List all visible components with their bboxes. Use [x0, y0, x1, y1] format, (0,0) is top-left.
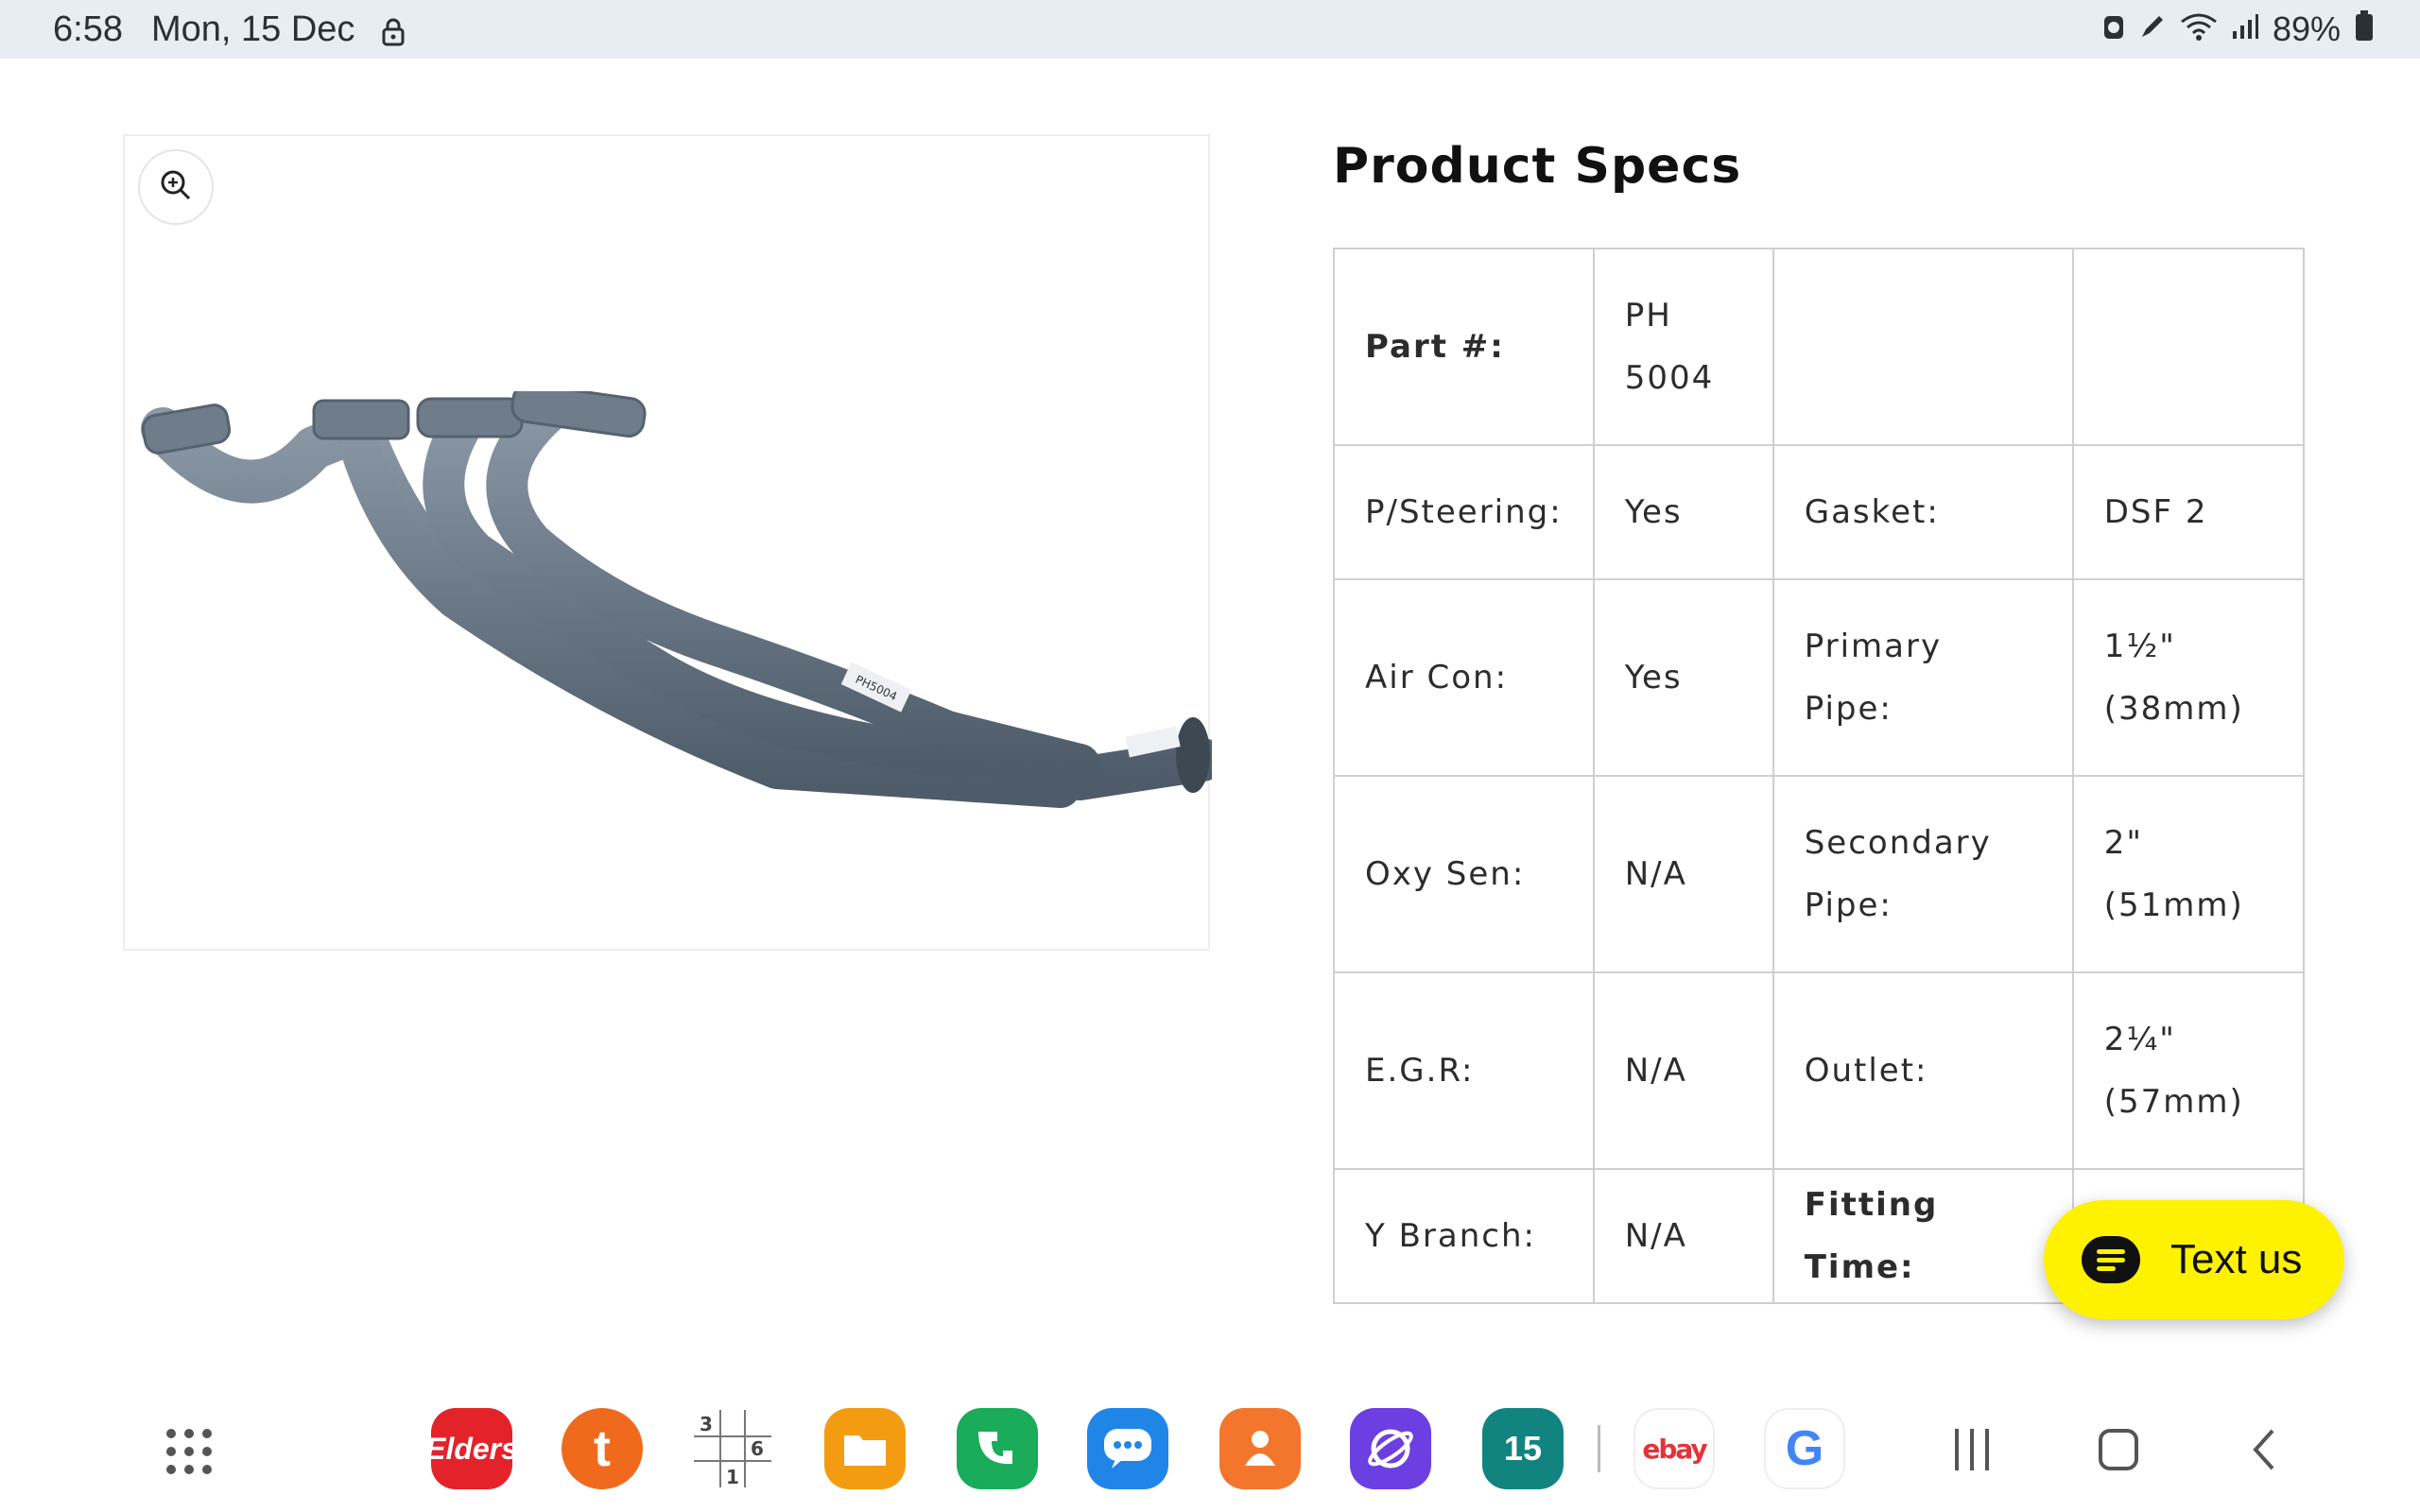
spec-value: N/A — [1592, 971, 1774, 1170]
svg-text:3: 3 — [700, 1413, 713, 1435]
specs-table: Part #: PH 5004 P/Steering: Yes Gasket: … — [1333, 248, 2305, 1304]
status-bar: 6:58 Mon, 15 Dec 89% — [0, 0, 2420, 59]
spec-value: PH 5004 — [1592, 248, 1774, 446]
clock: 6:58 — [53, 9, 123, 49]
table-row: P/Steering: Yes Gasket: DSF 2 — [1333, 444, 2305, 580]
contacts-icon[interactable] — [1219, 1408, 1301, 1489]
spec-label: Primary Pipe: — [1772, 578, 2074, 777]
svg-text:6: 6 — [751, 1437, 764, 1460]
spec-label: Air Con: — [1333, 578, 1595, 777]
spec-value: 2¼" (57mm) — [2071, 971, 2305, 1170]
spec-value-text: 1½" (38mm) — [2103, 627, 2244, 728]
spec-label: Outlet: — [1772, 971, 2074, 1170]
spec-value: N/A — [1592, 1168, 1774, 1304]
text-us-label: Text us — [2170, 1236, 2303, 1282]
spec-label: P/Steering: — [1333, 444, 1595, 580]
spec-label: Gasket: — [1772, 444, 2074, 580]
lock-icon — [381, 15, 406, 46]
table-row: Oxy Sen: N/A Secondary Pipe: 2" (51mm) — [1333, 775, 2305, 973]
ebay-icon[interactable]: ebay — [1634, 1408, 1715, 1489]
battery-text: 89% — [2272, 9, 2341, 48]
sudoku-app-icon[interactable]: 3 61 — [692, 1408, 773, 1489]
tradie-app-icon[interactable]: t — [562, 1408, 643, 1489]
spec-label: E.G.R: — [1333, 971, 1595, 1170]
product-image-frame[interactable]: PH5004 — [123, 134, 1212, 951]
spec-label: Oxy Sen: — [1333, 775, 1595, 973]
signal-icon — [2231, 9, 2259, 49]
text-us-button[interactable]: Text us — [2044, 1200, 2344, 1319]
folder-icon[interactable] — [824, 1408, 906, 1489]
zoom-button[interactable] — [138, 149, 214, 225]
pen-icon — [2138, 9, 2167, 49]
recents-icon[interactable] — [1951, 1423, 1993, 1476]
home-icon[interactable] — [2097, 1423, 2140, 1476]
chat-bubble-icon — [2082, 1236, 2140, 1283]
google-icon[interactable]: G — [1764, 1408, 1845, 1489]
spec-label: Part #: — [1333, 248, 1595, 446]
spec-value: 2" (51mm) — [2071, 775, 2305, 973]
calendar-icon[interactable]: 15 — [1482, 1408, 1564, 1489]
svg-text:1: 1 — [726, 1466, 739, 1488]
spec-value: DSF 2 — [2071, 444, 2305, 580]
spec-label-text: Secondary Pipe: — [1804, 824, 1992, 924]
battery-icon — [2354, 9, 2375, 50]
table-row: Air Con: Yes Primary Pipe: 1½" (38mm) — [1333, 578, 2305, 777]
alarm-icon — [2102, 9, 2125, 49]
wifi-icon — [2180, 9, 2218, 49]
spec-value — [2071, 248, 2305, 446]
back-icon[interactable] — [2248, 1423, 2280, 1476]
spec-value-text: 2¼" (57mm) — [2103, 1021, 2244, 1121]
table-row: Part #: PH 5004 — [1333, 248, 2305, 446]
spec-value: 1½" (38mm) — [2071, 578, 2305, 777]
spec-value-text: PH 5004 — [1624, 297, 1715, 397]
table-row: E.G.R: N/A Outlet: 2¼" (57mm) — [1333, 971, 2305, 1170]
zoom-in-icon — [159, 168, 193, 207]
spec-label: Secondary Pipe: — [1772, 775, 2074, 973]
spec-value: N/A — [1592, 775, 1774, 973]
app-drawer-icon[interactable] — [166, 1429, 212, 1474]
spec-value: Yes — [1592, 444, 1774, 580]
messages-icon[interactable] — [1087, 1408, 1168, 1489]
spec-label: Y Branch: — [1333, 1168, 1595, 1304]
exhaust-header-image: PH5004 — [141, 391, 1212, 808]
elders-app-icon[interactable]: Elders — [425, 1408, 518, 1489]
specs-title: Product Specs — [1333, 138, 1742, 195]
date: Mon, 15 Dec — [150, 9, 355, 49]
phone-icon[interactable] — [957, 1408, 1038, 1489]
spec-label — [1772, 248, 2074, 446]
spec-label: Fitting Time: — [1772, 1168, 2074, 1304]
taskbar: Elders t 3 61 15 ebay G — [0, 1399, 2420, 1512]
internet-icon[interactable] — [1350, 1408, 1431, 1489]
spec-value: Yes — [1592, 578, 1774, 777]
dock-divider — [1598, 1425, 1600, 1472]
